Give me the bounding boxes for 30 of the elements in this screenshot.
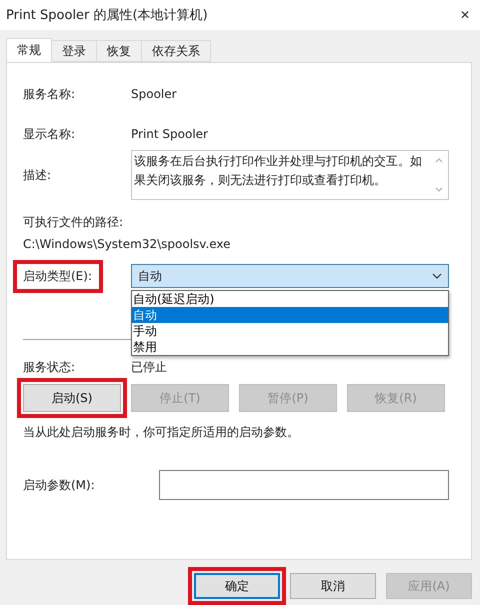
field-label: 显示名称: [23,126,76,142]
field-label: 启动类型(E): [23,268,92,284]
tab[interactable]: 登录 [51,40,97,62]
tab[interactable]: 恢复 [96,40,142,62]
dropdown-option[interactable]: 自动 [132,307,448,323]
hint-text: 当从此处启动服务时，你可指定所适用的启动参数。 [23,424,300,441]
field-value: Spooler [131,87,177,101]
field-value: Print Spooler [131,127,208,141]
field-label: 可执行文件的路径: [23,214,124,230]
dialog-button[interactable]: 取消 [290,573,376,599]
file-path: C:\Windows\System32\spoolsv.exe [23,237,231,251]
service-button[interactable]: 启动(S) [23,384,121,412]
tab[interactable]: 常规 [6,38,52,62]
chevron-down-icon [432,273,442,279]
parameters-input[interactable] [159,470,449,500]
dropdown-option[interactable]: 自动(延迟启动) [132,291,448,307]
scroll-down-icon[interactable] [435,187,443,192]
description-box[interactable]: 该服务在后台执行打印作业并处理与打印机的交互。如果关闭该服务，则无法进行打印或查看打印机。 [131,150,449,200]
field-label: 描述: [23,166,52,184]
dialog-button[interactable]: 确定 [194,573,280,599]
tab[interactable]: 依存关系 [141,40,211,62]
close-icon[interactable]: ✕ [460,8,470,22]
status-value: 已停止 [131,358,167,376]
field-label: 服务名称: [23,86,76,102]
field-label: 启动参数(M): [23,476,96,494]
dropdown-option[interactable]: 禁用 [132,339,448,355]
scroll-up-icon[interactable] [435,158,443,163]
window-title: Print Spooler 的属性(本地计算机) [6,7,208,24]
field-label: 服务状态: [23,358,76,376]
dropdown-option[interactable]: 手动 [132,323,448,339]
